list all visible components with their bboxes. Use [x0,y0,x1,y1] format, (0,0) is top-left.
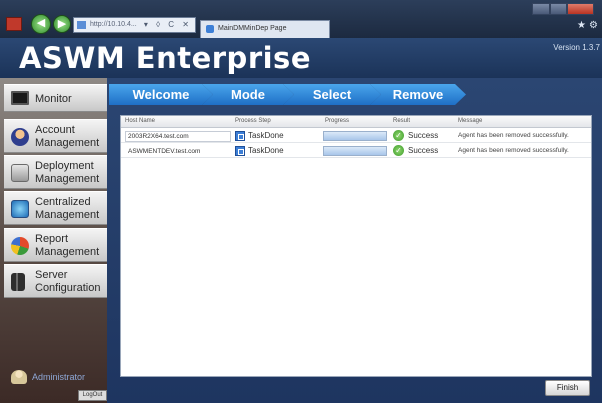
host-cell: ASWMENTDEV.test.com [128,148,201,155]
sidebar-item-label: Account Management [35,124,100,149]
message-cell: Agent has been removed successfully. [458,132,569,139]
table-row[interactable]: ASWMENTDEV.test.com TaskDone ✓ Success A… [121,144,591,158]
version-label: Version 1.3.7 [553,43,600,52]
success-check-icon: ✓ [393,130,404,141]
window-controls [532,3,595,15]
close-button[interactable] [567,3,595,15]
address-text: http://10.10.4... [90,21,137,28]
table-row[interactable]: 2003R2X64.test.com TaskDone ✓ Success Ag… [121,129,591,143]
sidebar-item-server-configuration[interactable]: Server Configuration [4,264,107,298]
deployment-icon [11,164,29,182]
maximize-button[interactable] [549,3,568,15]
favorites-icon[interactable]: ★ [577,20,586,31]
wizard-step-welcome: Welcome [109,84,213,105]
account-icon [11,128,29,146]
refresh-stop-icons[interactable]: ▾ ◊ C ✕ [144,20,192,29]
tab-icon [206,25,214,33]
gear-icon[interactable]: ⚙ [589,20,598,31]
sidebar-item-label: Report Management [35,233,100,258]
finish-button[interactable]: Finish [545,380,590,396]
back-icon[interactable]: ◀ [31,14,51,34]
sidebar-item-deployment-management[interactable]: Deployment Management [4,155,107,189]
monitor-icon [11,91,29,105]
centralized-icon [11,200,29,218]
process-step-cell: TaskDone [248,131,284,140]
sidebar-item-centralized-management[interactable]: Centralized Management [4,191,107,225]
app-header: ASWM Enterprise Version 1.3.7 [0,38,602,78]
address-bar[interactable]: http://10.10.4... ▾ ◊ C ✕ [73,17,196,33]
progress-bar [323,131,387,141]
sidebar-item-report-management[interactable]: Report Management [4,228,107,262]
logout-button[interactable]: LogOut [78,390,107,401]
browser-tab[interactable]: MainDMMinDep Page [200,20,330,38]
result-cell: Success [408,146,439,155]
task-icon [235,146,245,156]
column-header-process-step[interactable]: Process Step [235,118,271,124]
message-cell: Agent has been removed successfully. [458,147,569,154]
process-step-cell: TaskDone [248,146,284,155]
sidebar-item-account-management[interactable]: Account Management [4,119,107,153]
server-icon [11,273,25,291]
progress-bar [323,146,387,156]
success-check-icon: ✓ [393,145,404,156]
column-header-result[interactable]: Result [393,118,410,124]
wizard-step-remove: Remove [370,84,466,105]
sidebar-item-label: Deployment Management [35,160,100,185]
sidebar-item-monitor[interactable]: Monitor [4,84,107,112]
user-icon [11,370,27,384]
tab-title: MainDMMinDep Page [218,25,287,32]
sidebar-item-label: Monitor [35,93,72,105]
page-icon [77,21,86,29]
user-name: Administrator [32,372,86,382]
browser-chrome: ◀ ▶ http://10.10.4... ▾ ◊ C ✕ MainDMMinD… [0,0,602,38]
progress-fill [324,147,386,155]
table-header: Host Name Process Step Progress Result M… [121,116,591,128]
main-content: Welcome Mode Select Remove Host Name Pro… [107,78,602,403]
wizard-step-mode: Mode [202,84,294,105]
column-header-message[interactable]: Message [458,118,482,124]
browser-logo-icon [6,17,22,31]
progress-fill [324,132,386,140]
task-icon [235,131,245,141]
app-title: ASWM Enterprise [19,41,311,75]
result-cell: Success [408,131,439,140]
report-icon [11,237,29,255]
forward-icon[interactable]: ▶ [53,15,71,33]
wizard-step-select: Select [283,84,381,105]
column-header-host[interactable]: Host Name [125,118,155,124]
minimize-button[interactable] [532,3,550,15]
sidebar-item-label: Centralized Management [35,196,100,221]
results-table: Host Name Process Step Progress Result M… [120,115,592,377]
sidebar-item-label: Server Configuration [35,269,101,294]
host-cell: 2003R2X64.test.com [125,131,231,142]
sidebar: Monitor Account Management Deployment Ma… [0,78,107,403]
column-header-progress[interactable]: Progress [325,118,349,124]
